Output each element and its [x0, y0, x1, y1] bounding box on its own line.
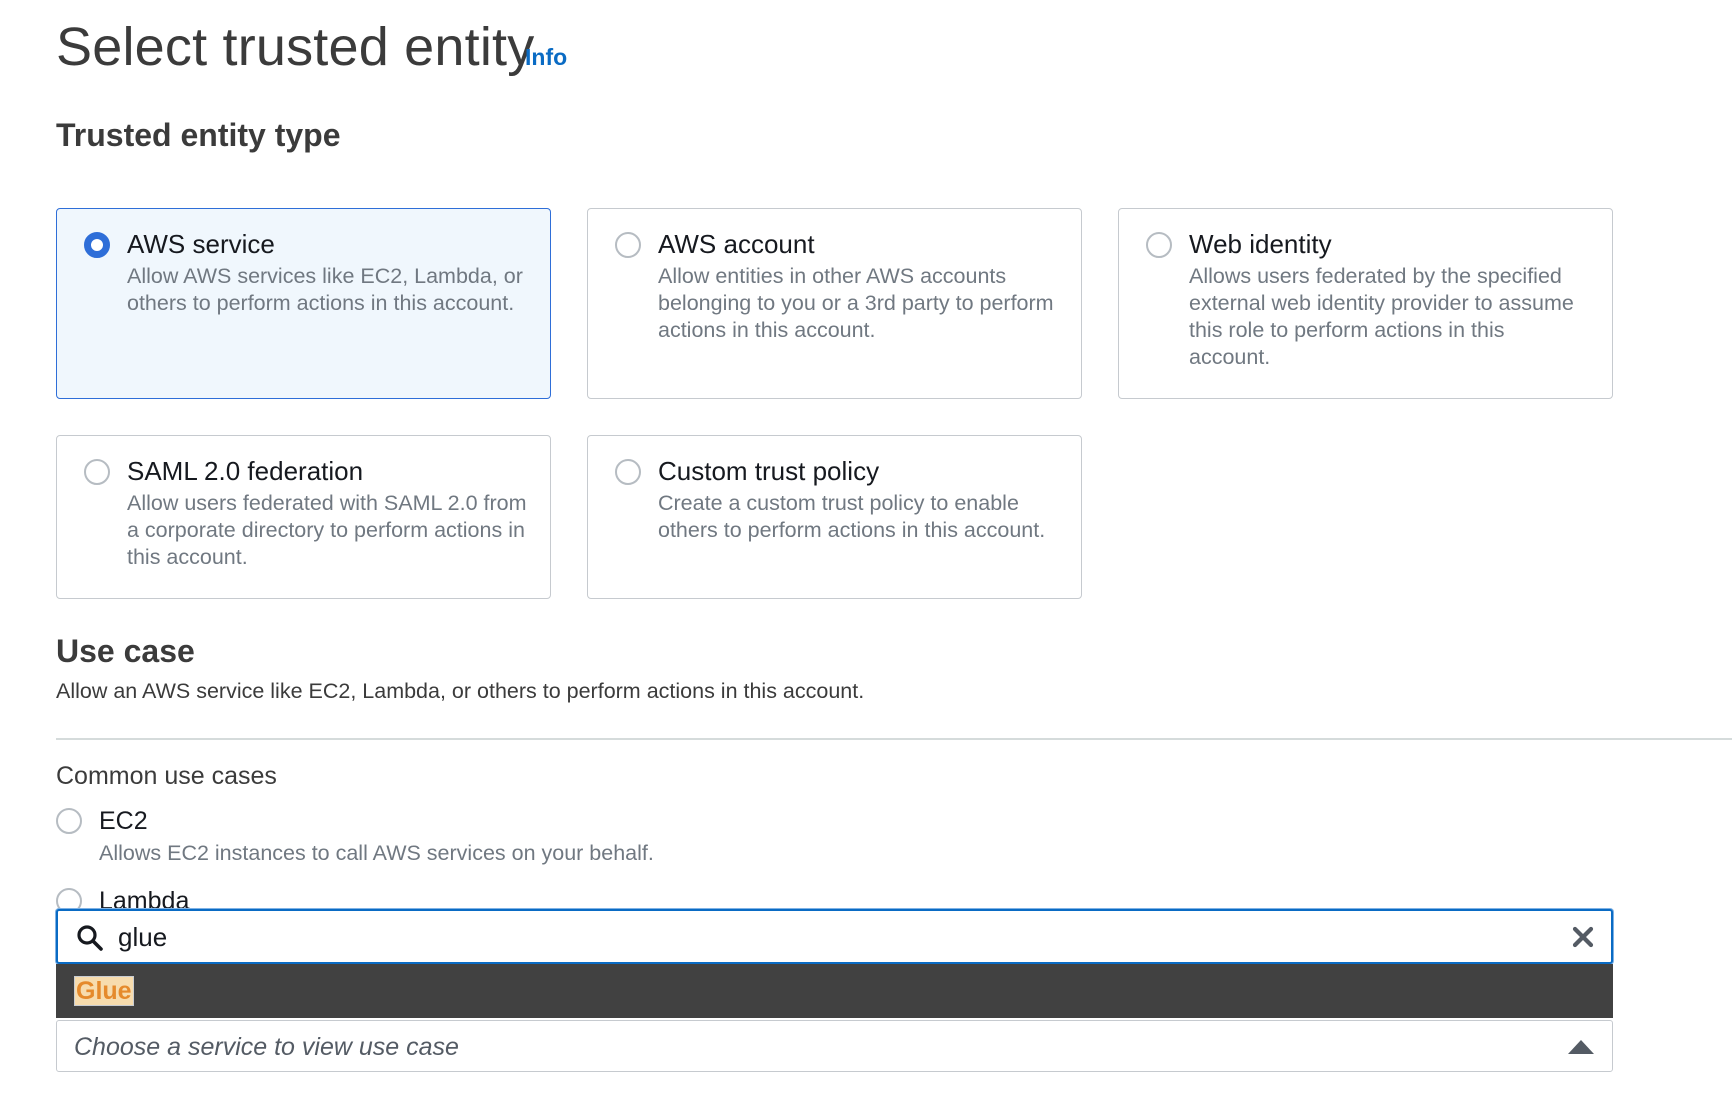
common-use-cases-label: Common use cases	[56, 762, 277, 790]
service-select-placeholder: Choose a service to view use case	[74, 1033, 459, 1061]
caret-up-icon	[1568, 1040, 1594, 1054]
search-icon	[77, 925, 103, 951]
tile-description: Allow AWS services like EC2, Lambda, or …	[127, 264, 523, 315]
service-select[interactable]: Choose a service to view use case	[56, 1020, 1613, 1072]
tile-aws-account[interactable]: AWS account Allow entities in other AWS …	[587, 208, 1082, 399]
info-link[interactable]: Info	[525, 42, 567, 72]
tile-title: Custom trust policy	[658, 456, 880, 486]
radio-web-identity[interactable]	[1146, 232, 1172, 258]
tile-title: AWS service	[127, 229, 275, 259]
dropdown-option-label: Glue	[74, 976, 134, 1006]
service-search-input[interactable]	[118, 919, 1518, 955]
use-case-description: Allow an AWS service like EC2, Lambda, o…	[56, 679, 865, 703]
page-title: Select trusted entity	[56, 17, 535, 77]
close-icon[interactable]	[1571, 925, 1595, 949]
trusted-entity-type-heading: Trusted entity type	[56, 117, 341, 153]
radio-custom-trust-policy[interactable]	[615, 459, 641, 485]
tile-title: AWS account	[658, 229, 815, 259]
radio-aws-service[interactable]	[84, 232, 110, 258]
tile-description: Allow users federated with SAML 2.0 from…	[127, 491, 527, 569]
tile-description: Allows users federated by the specified …	[1189, 264, 1574, 369]
tile-saml-federation[interactable]: SAML 2.0 federation Allow users federate…	[56, 435, 551, 599]
tile-description: Create a custom trust policy to enable o…	[658, 491, 1046, 542]
tile-web-identity[interactable]: Web identity Allows users federated by t…	[1118, 208, 1613, 399]
use-case-heading: Use case	[56, 633, 195, 669]
option-ec2-description: Allows EC2 instances to call AWS service…	[99, 841, 654, 865]
radio-ec2[interactable]	[56, 808, 82, 834]
dropdown-option-glue[interactable]: Glue	[56, 964, 1613, 1018]
option-ec2-label: EC2	[99, 807, 148, 835]
tile-custom-trust-policy[interactable]: Custom trust policy Create a custom trus…	[587, 435, 1082, 599]
tile-title: Web identity	[1189, 229, 1332, 259]
service-search-box[interactable]	[56, 909, 1613, 964]
tile-description: Allow entities in other AWS accounts bel…	[658, 264, 1054, 342]
divider	[56, 738, 1732, 740]
radio-saml-federation[interactable]	[84, 459, 110, 485]
tile-aws-service[interactable]: AWS service Allow AWS services like EC2,…	[56, 208, 551, 399]
tile-title: SAML 2.0 federation	[127, 456, 364, 486]
radio-aws-account[interactable]	[615, 232, 641, 258]
